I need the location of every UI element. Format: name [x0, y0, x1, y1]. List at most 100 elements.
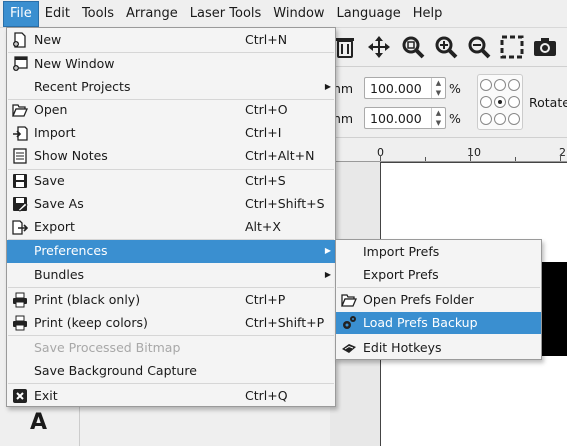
menu-separator: [8, 383, 334, 384]
menubar: File Edit Tools Arrange Laser Tools Wind…: [0, 0, 567, 28]
menu-item-label: Open Prefs Folder: [363, 292, 474, 307]
menu-item-label: Save: [34, 173, 65, 188]
menu-edit[interactable]: Edit: [39, 1, 76, 27]
menu-item-open[interactable]: Open Ctrl+O: [7, 99, 335, 121]
save-icon: [12, 173, 28, 189]
submenu-arrow-icon: ▶: [324, 82, 331, 91]
menu-item-shortcut: Ctrl+S: [245, 173, 286, 188]
menu-item-label: Import Prefs: [363, 244, 440, 259]
menu-item-open-prefs-folder[interactable]: Open Prefs Folder: [336, 289, 541, 311]
import-icon: [12, 125, 28, 141]
menu-item-shortcut: Ctrl+Q: [245, 388, 288, 403]
menu-tools[interactable]: Tools: [76, 1, 120, 27]
menu-window[interactable]: Window: [267, 1, 330, 27]
anchor-dot[interactable]: [508, 79, 520, 91]
menu-item-print-colors[interactable]: Print (keep colors) Ctrl+Shift+P: [7, 312, 335, 334]
menu-separator: [8, 287, 334, 288]
gears-icon: [341, 315, 357, 331]
anchor-dot[interactable]: [508, 113, 520, 125]
ruler-tick: [470, 155, 471, 161]
menu-item-label: Export: [34, 219, 75, 234]
toolbar: [330, 30, 567, 64]
horizontal-ruler: 0 10 2: [330, 144, 567, 162]
spin-arrows-icon[interactable]: ▲ ▼: [431, 108, 445, 128]
move-icon[interactable]: [366, 34, 392, 60]
frame-selection-icon[interactable]: [499, 34, 525, 60]
menu-item-label: Show Notes: [34, 148, 108, 163]
menu-help[interactable]: Help: [407, 1, 449, 27]
menu-item-save-processed-bitmap: Save Processed Bitmap: [7, 337, 335, 359]
menu-item-exit[interactable]: Exit Ctrl+Q: [7, 385, 335, 407]
menu-item-load-prefs-backup[interactable]: Load Prefs Backup: [336, 312, 541, 334]
menu-item-save-as[interactable]: Save As Ctrl+Shift+S: [7, 193, 335, 215]
zoom-out-icon[interactable]: [466, 34, 492, 60]
menu-item-label: Import: [34, 125, 76, 140]
menu-item-save-background-capture[interactable]: Save Background Capture: [7, 360, 335, 382]
menu-item-label: Open: [34, 102, 68, 117]
zoom-fit-icon[interactable]: [400, 34, 426, 60]
menu-item-label: Print (black only): [34, 292, 141, 307]
keyboard-icon: [341, 340, 357, 356]
menu-item-edit-hotkeys[interactable]: Edit Hotkeys: [336, 337, 541, 359]
menu-item-export-prefs[interactable]: Export Prefs: [336, 264, 541, 286]
export-icon: [12, 219, 29, 235]
menu-item-new[interactable]: New Ctrl+N: [7, 29, 335, 51]
menu-item-label: New Window: [34, 56, 115, 71]
width-scale-input[interactable]: 100.000 ▲ ▼: [364, 77, 446, 99]
notes-icon: [12, 148, 28, 164]
menu-laser-tools[interactable]: Laser Tools: [184, 1, 267, 27]
menu-item-new-window[interactable]: New Window: [7, 53, 335, 75]
menu-item-label: Recent Projects: [34, 79, 131, 94]
rotate-label: Rotate: [529, 95, 567, 110]
menu-item-label: Edit Hotkeys: [363, 340, 442, 355]
menu-item-shortcut: Ctrl+I: [245, 125, 282, 140]
anchor-dot[interactable]: [494, 113, 506, 125]
menu-separator: [8, 335, 334, 336]
folder-open-icon: [341, 292, 357, 308]
menu-item-import-prefs[interactable]: Import Prefs: [336, 241, 541, 263]
new-window-icon: [12, 56, 28, 72]
canvas-shape[interactable]: [540, 262, 567, 356]
anchor-dot[interactable]: [480, 96, 492, 108]
menu-item-export[interactable]: Export Alt+X: [7, 216, 335, 238]
menu-language[interactable]: Language: [331, 1, 407, 27]
menu-item-shortcut: Alt+X: [245, 219, 281, 234]
anchor-dot[interactable]: [494, 79, 506, 91]
menu-item-show-notes[interactable]: Show Notes Ctrl+Alt+N: [7, 145, 335, 167]
anchor-dot-selected[interactable]: [494, 96, 506, 108]
width-scale-value: 100.000: [370, 81, 422, 96]
menu-item-print-black[interactable]: Print (black only) Ctrl+P: [7, 289, 335, 311]
menu-item-label: Bundles: [34, 267, 85, 282]
zoom-in-icon[interactable]: [433, 34, 459, 60]
menu-item-preferences[interactable]: Preferences ▶: [7, 240, 335, 263]
anchor-dot[interactable]: [480, 79, 492, 91]
menu-item-shortcut: Ctrl+Shift+S: [245, 196, 325, 211]
menu-file[interactable]: File: [3, 0, 39, 27]
width-unit-label: nm: [333, 81, 354, 96]
ruler-tick: [560, 155, 561, 161]
menu-item-import[interactable]: Import Ctrl+I: [7, 122, 335, 144]
anchor-dot[interactable]: [480, 113, 492, 125]
printer-color-icon: [12, 315, 28, 331]
spin-arrows-icon[interactable]: ▲ ▼: [431, 78, 445, 98]
ruler-tick: [425, 157, 426, 161]
menu-item-shortcut: Ctrl+O: [245, 102, 288, 117]
menu-item-label: Save Processed Bitmap: [34, 340, 181, 355]
height-scale-input[interactable]: 100.000 ▲ ▼: [364, 107, 446, 129]
camera-icon[interactable]: [532, 34, 558, 60]
menu-item-recent-projects[interactable]: Recent Projects ▶: [7, 76, 335, 98]
text-tool-icon[interactable]: A: [30, 410, 47, 435]
file-menu: New Ctrl+N New Window Recent Projects ▶ …: [6, 27, 336, 407]
menu-item-label: Export Prefs: [363, 267, 439, 282]
printer-icon: [12, 292, 28, 308]
anchor-dot[interactable]: [508, 96, 520, 108]
menu-arrange[interactable]: Arrange: [120, 1, 184, 27]
height-percent-label: %: [449, 111, 461, 126]
menu-item-label: Preferences: [34, 243, 108, 258]
menu-item-shortcut: Ctrl+Alt+N: [245, 148, 315, 163]
menu-item-save[interactable]: Save Ctrl+S: [7, 170, 335, 192]
anchor-point-grid: [477, 74, 523, 130]
menu-item-bundles[interactable]: Bundles ▶: [7, 264, 335, 286]
ruler-tick: [380, 155, 381, 161]
menu-item-label: Print (keep colors): [34, 315, 148, 330]
